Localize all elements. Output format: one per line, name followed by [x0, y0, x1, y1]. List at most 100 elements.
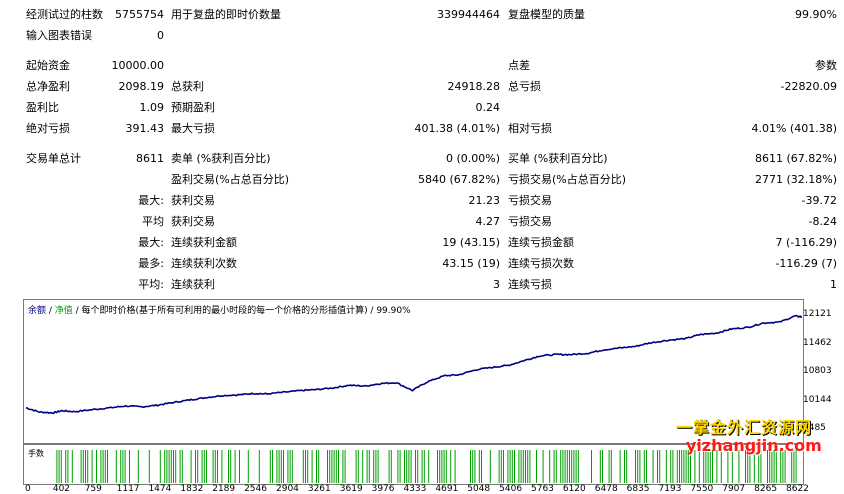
largest-loss-value: -39.72 [801, 194, 837, 207]
x-tick-label: 8622 [786, 484, 809, 494]
volume-bar [681, 450, 683, 483]
volume-bar [527, 450, 529, 483]
x-tick-label: 6835 [626, 484, 650, 494]
spread-value: 参数 [815, 59, 837, 72]
y-tick-label: 11462 [803, 337, 832, 348]
volume-bar [536, 450, 537, 483]
volume-bar [525, 450, 526, 483]
loss-trades-label: 亏损交易(%占总百分比) [508, 173, 627, 186]
volume-bar [388, 450, 390, 483]
max-drawdown-value: 401.38 (4.01%) [414, 122, 500, 135]
volume-bar [129, 450, 130, 483]
volume-bar [181, 450, 183, 483]
volume-bar [214, 450, 216, 483]
volume-bar [637, 450, 639, 483]
volume-bar [445, 450, 447, 483]
volume-bar [357, 450, 359, 483]
volume-bar [514, 450, 515, 483]
volume-bar [562, 450, 564, 483]
avg-cons-losses-label: 连续亏损 [508, 278, 552, 291]
max-cons-losses-value: 7 (-116.29) [775, 236, 837, 249]
volume-bar [247, 450, 249, 483]
x-tick-label: 7193 [658, 484, 682, 494]
volume-bar [566, 450, 568, 483]
volume-bar [560, 450, 562, 483]
volume-bar [56, 450, 58, 483]
volume-bar [104, 450, 106, 483]
volume-bar [217, 450, 218, 483]
volume-bar [373, 450, 375, 483]
x-tick-label: 1832 [180, 484, 204, 494]
long-positions-label: 买单 (%获利百分比) [508, 152, 608, 165]
volume-label: 手数 [28, 449, 44, 458]
maximal-cons-loss-label: 连续亏损次数 [508, 257, 574, 270]
volume-bar [122, 450, 124, 483]
volume-bar [437, 450, 438, 483]
volume-bar [368, 450, 370, 483]
max-drawdown-label: 最大亏损 [171, 122, 215, 135]
quality-value: 99.90% [795, 8, 837, 21]
maximal-prefix: 最多: [138, 257, 164, 270]
volume-bar [509, 450, 511, 483]
volume-bar [489, 450, 491, 483]
mismatch-value: 0 [157, 29, 164, 42]
long-positions-value: 8611 (67.82%) [754, 152, 837, 165]
x-tick-label: 2189 [212, 484, 236, 494]
bars-tested-value: 5755754 [115, 8, 164, 21]
watermark-url: yizhangjin.com [686, 436, 822, 455]
volume-bar [195, 450, 196, 483]
x-tick-label: 6478 [594, 484, 618, 494]
x-tick-label: 0 [25, 484, 31, 494]
average-profit-label: 获利交易 [171, 215, 215, 228]
x-tick-label: 6120 [562, 484, 586, 494]
volume-bar [635, 450, 636, 483]
volume-bar [283, 450, 284, 483]
volume-bar [80, 450, 82, 483]
volume-bar [652, 450, 654, 483]
profit-trades-value: 5840 (67.82%) [417, 173, 500, 186]
volume-bar [276, 450, 278, 483]
maximal-cons-loss-value: -116.29 (7) [775, 257, 837, 270]
x-tick-label: 7907 [722, 484, 746, 494]
volume-bar [423, 450, 425, 483]
volume-bar [500, 450, 502, 483]
gross-profit-value: 24918.28 [447, 80, 501, 93]
volume-bar [318, 450, 320, 483]
avg-cons-wins-label: 连续获利 [171, 278, 215, 291]
x-tick-label: 402 [52, 484, 71, 494]
volume-bar [542, 450, 544, 483]
largest-profit-label: 获利交易 [171, 194, 215, 207]
volume-bar [569, 450, 570, 483]
volume-bar [522, 450, 524, 483]
volume-bar [82, 450, 84, 483]
ticks-value: 339944464 [437, 8, 500, 21]
volume-bar [335, 450, 337, 483]
volume-bar [342, 450, 344, 483]
volume-bar [672, 450, 674, 483]
volume-bar [472, 450, 474, 483]
volume-bar [212, 450, 214, 483]
volume-bar [362, 450, 364, 483]
volume-bar [190, 450, 192, 483]
total-trades-value: 8611 [136, 152, 164, 165]
volume-bar [201, 450, 203, 483]
volume-bar [520, 450, 522, 483]
volume-bar [239, 450, 240, 483]
volume-bar [624, 450, 625, 483]
max-cons-prefix: 最大: [138, 236, 164, 249]
volume-bar [507, 450, 509, 483]
volume-bar [272, 450, 273, 483]
legend-equity: 净值 [54, 306, 73, 316]
y-tick-label: 12121 [803, 309, 832, 319]
volume-bar [470, 450, 471, 483]
volume-bar [96, 450, 97, 483]
volume-bar [67, 450, 69, 483]
volume-bar [443, 450, 445, 483]
volume-bar [503, 450, 504, 483]
volume-bar [474, 450, 476, 483]
legend-balance: 余额 [28, 306, 47, 316]
volume-bar [577, 450, 579, 483]
x-tick-label: 8265 [754, 484, 778, 494]
x-tick-label: 7550 [690, 484, 714, 494]
volume-bar [575, 450, 577, 483]
